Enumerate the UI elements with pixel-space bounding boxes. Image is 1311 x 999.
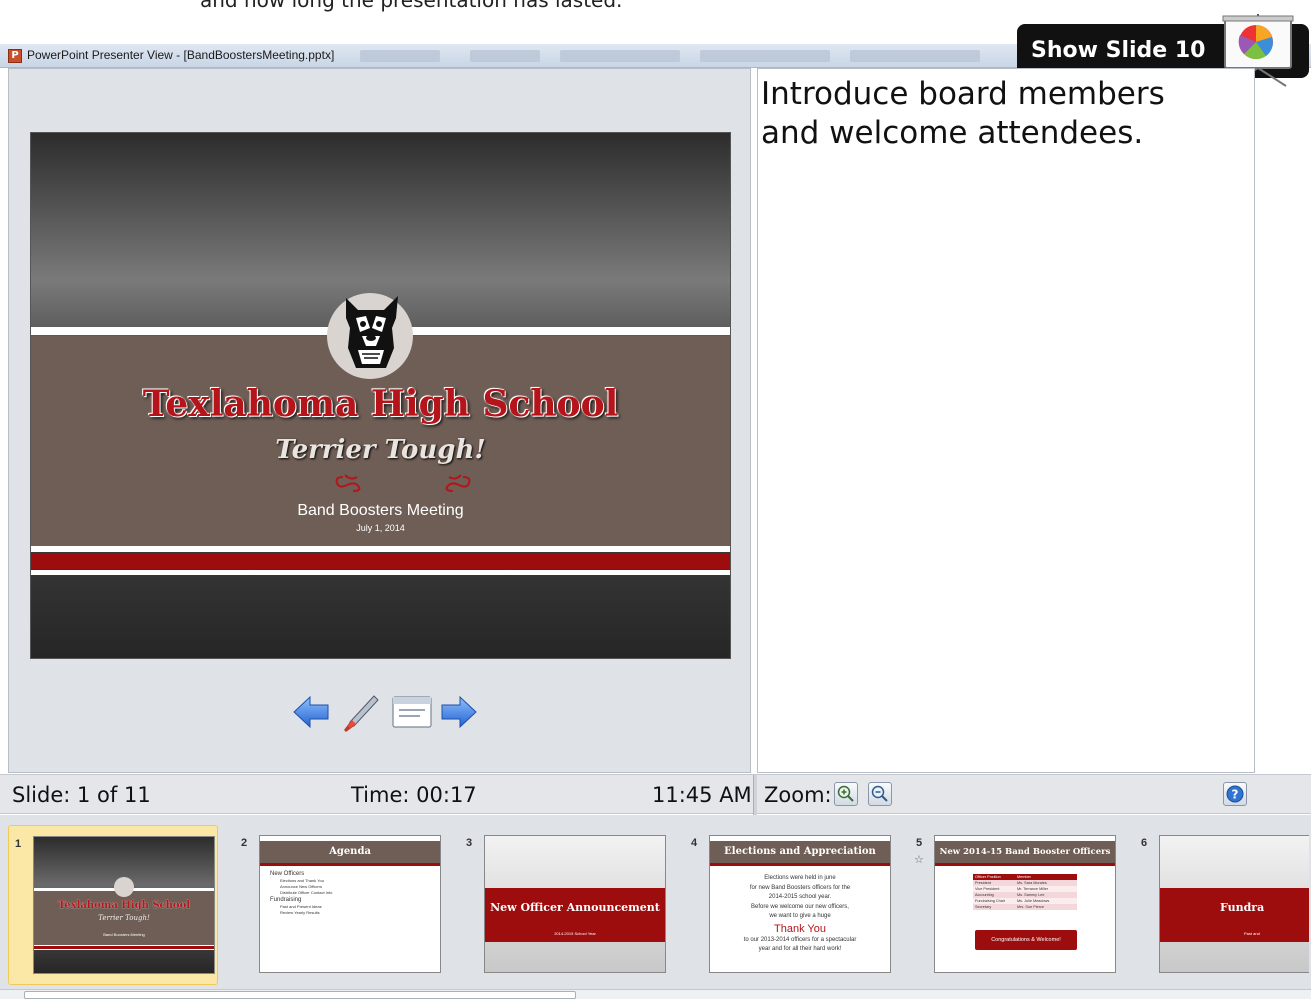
thumbnail-number: 3	[466, 837, 473, 849]
thumbnail-image: Agenda New Officers Elections and Thank …	[259, 835, 441, 973]
slide-school-name: Texlahoma High School	[142, 383, 619, 425]
tutorial-caption: and how long the presentation has lasted…	[200, 0, 623, 12]
thumbnail-bullet: Review Yearly Results	[280, 910, 320, 915]
thumbnail-body-line: Elections were held in june	[764, 875, 836, 881]
thumbnail-body-line: we want to give a huge	[769, 913, 831, 919]
thumbnail-image: Fundra Past and	[1159, 835, 1309, 973]
slide-tagline: Terrier Tough!	[275, 435, 486, 465]
slide-thumbnail-strip: 1 Texlahoma High School Terrier Tough! B…	[0, 815, 1311, 999]
zoom-label: Zoom:	[764, 783, 832, 807]
app-icon-letter: P	[11, 50, 19, 61]
arrow-left-icon	[293, 695, 329, 729]
speaker-notes-text: Introduce board members and welcome atte…	[761, 76, 1165, 151]
thumbnail-slide-1[interactable]: 1 Texlahoma High School Terrier Tough! B…	[8, 825, 218, 985]
thumbnail-title: Elections and Appreciation	[710, 841, 890, 863]
thumbnail-banner: Congratulations & Welcome!	[975, 930, 1077, 950]
thumbnail-number: 6	[1141, 837, 1148, 849]
slide-divider	[31, 546, 730, 552]
current-slide-pane: Texlahoma High School Terrier Tough! Ban…	[8, 68, 751, 773]
thumbnail-slide-5[interactable]: 5 ☆ New 2014-15 Band Booster Officers Of…	[910, 825, 1120, 985]
current-slide-preview[interactable]: Texlahoma High School Terrier Tough! Ban…	[30, 132, 731, 659]
thumbnail-image: Texlahoma High School Terrier Tough! Ban…	[33, 836, 215, 974]
thumbnail-number: 1	[15, 838, 22, 850]
thumbnail-subtitle: 2014-2015 School Year	[554, 931, 596, 936]
thumbnail-number: 2	[241, 837, 248, 849]
thumbnail-scrollbar[interactable]	[0, 989, 1311, 999]
thumbnail-title: Fundra	[1220, 901, 1265, 914]
pen-icon	[344, 695, 379, 732]
zoom-out-button[interactable]	[868, 782, 892, 806]
zoom-in-icon	[837, 785, 854, 802]
slide-date: July 1, 2014	[356, 523, 405, 533]
slide-counter: Slide: 1 of 11	[12, 783, 151, 807]
clock-time: 11:45 AM	[652, 783, 752, 807]
blurred-taskbar-item	[560, 50, 680, 62]
elapsed-time: Time: 00:17	[351, 783, 477, 807]
thumbnail-subtitle: Past and	[1244, 931, 1260, 936]
help-icon: ?	[1226, 785, 1244, 803]
slide-divider	[31, 570, 730, 575]
slide-menu-button[interactable]	[392, 694, 432, 734]
table-cell: Secretary	[975, 905, 992, 909]
thumbnail-slide-2[interactable]: 2 Agenda New Officers Elections and Than…	[235, 825, 445, 985]
thumbnail-slide-6[interactable]: 6 Fundra Past and	[1135, 825, 1311, 985]
thumbnail-bullet: New Officers	[270, 871, 305, 877]
blurred-taskbar-item	[850, 50, 980, 62]
thumbnail-body-line: year and for all their hard work!	[758, 946, 842, 952]
svg-text:?: ?	[1232, 788, 1239, 802]
zoom-in-button[interactable]	[834, 782, 858, 806]
thumbnail-subtitle: Terrier Tough!	[98, 914, 150, 922]
thumbnail-bullet: Fundraising	[270, 897, 302, 903]
presenter-status-bar: Slide: 1 of 11 Time: 00:17 11:45 AM Zoom…	[0, 774, 1311, 815]
thumbnail-title: Texlahoma High School	[57, 900, 191, 911]
help-button[interactable]: ?	[1223, 782, 1247, 806]
thumbnail-line: Band Boosters Meeting	[103, 932, 145, 937]
thumbnail-highlight: Thank You	[774, 922, 826, 935]
status-divider	[753, 775, 757, 815]
speaker-notes-pane[interactable]: Introduce board members and welcome atte…	[757, 68, 1255, 773]
thumbnail-image: New Officer Announcement 2014-2015 Schoo…	[484, 835, 666, 973]
table-cell: Mrs. Sue Pierce	[1017, 905, 1045, 909]
zoom-out-icon	[871, 785, 888, 802]
thumbnail-title: Agenda	[260, 841, 440, 863]
thumbnail-number: 4	[691, 837, 698, 849]
thumbnail-body-line: Before we welcome our new officers,	[751, 903, 849, 910]
thumbnail-number: 5	[916, 837, 923, 849]
window-title: PowerPoint Presenter View - [BandBooster…	[27, 48, 335, 62]
thumbnail-image: Elections and Appreciation Elections wer…	[709, 835, 891, 973]
terrier-logo-icon	[346, 296, 398, 368]
thumbnail-image: New 2014-15 Band Booster Officers Office…	[934, 835, 1116, 973]
thumbnail-body-line: 2014-2015 school year.	[768, 894, 832, 900]
animation-star-icon: ☆	[914, 853, 924, 866]
slide-red-stripe	[31, 553, 730, 569]
pen-tool-button[interactable]	[340, 694, 380, 738]
slide-menu-icon	[392, 696, 432, 728]
next-slide-button[interactable]	[440, 694, 478, 734]
thumbnail-slide-4[interactable]: 4 Elections and Appreciation Elections w…	[685, 825, 895, 985]
slide-navigation-controls	[292, 694, 477, 734]
blurred-taskbar-item	[470, 50, 540, 62]
blurred-taskbar-item	[360, 50, 440, 62]
powerpoint-app-icon[interactable]: P	[8, 49, 22, 63]
blurred-taskbar-item	[700, 50, 830, 62]
thumbnail-slide-3[interactable]: 3 New Officer Announcement 2014-2015 Sch…	[460, 825, 670, 985]
arrow-right-icon	[441, 695, 477, 729]
slide-meeting-title: Band Boosters Meeting	[297, 502, 464, 519]
scrollbar-thumb[interactable]	[24, 991, 576, 999]
slide-ornament	[31, 471, 730, 499]
thumbnail-title: New Officer Announcement	[490, 901, 660, 914]
callout-label: Show Slide 10	[1031, 38, 1206, 63]
thumbnail-body-line: for new Band Boosters officers for the	[749, 884, 851, 891]
thumbnail-title: New 2014-15 Band Booster Officers	[935, 841, 1115, 863]
previous-slide-button[interactable]	[292, 694, 330, 734]
thumbnail-body-line: to our 2013-2014 officers for a spectacu…	[743, 936, 857, 943]
